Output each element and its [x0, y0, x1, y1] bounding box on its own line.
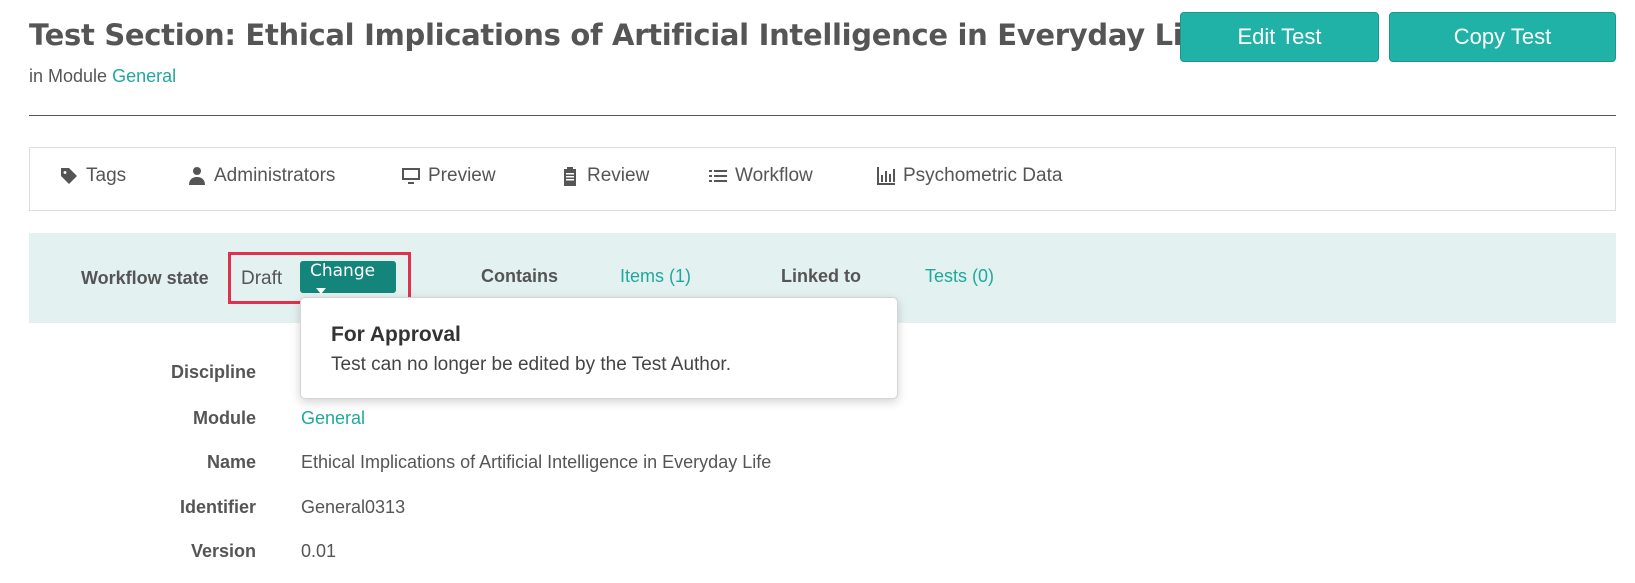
- identifier-label: Identifier: [179, 497, 256, 517]
- tab-tags[interactable]: Tags: [59, 165, 126, 187]
- tag-icon: [61, 168, 77, 184]
- items-link[interactable]: Items (1): [620, 266, 691, 287]
- name-label: Name: [206, 452, 256, 472]
- version-value: 0.01: [301, 541, 337, 561]
- module-prefix: in Module: [29, 66, 108, 86]
- user-icon: [189, 167, 205, 185]
- monitor-icon: [402, 168, 420, 184]
- tab-administrators-label: Administrators: [214, 165, 336, 186]
- tab-workflow[interactable]: Workflow: [708, 165, 813, 187]
- contains-label: Contains: [481, 266, 559, 286]
- option-title: For Approval: [331, 323, 461, 346]
- tab-workflow-label: Workflow: [735, 165, 813, 186]
- tests-link[interactable]: Tests (0): [925, 266, 994, 287]
- option-description: Test can no longer be edited by the Test…: [331, 354, 731, 375]
- tab-review-label: Review: [587, 165, 650, 186]
- tab-review[interactable]: Review: [560, 165, 649, 187]
- discipline-label: Discipline: [170, 362, 256, 382]
- version-label: Version: [190, 541, 256, 561]
- list-icon: [709, 170, 727, 182]
- tab-bar: Tags Administrators Preview Review Workf…: [29, 147, 1616, 211]
- tab-preview-label: Preview: [428, 165, 496, 186]
- copy-test-section-button[interactable]: Copy Test Section...: [1389, 12, 1616, 97]
- tab-administrators[interactable]: Administrators: [187, 165, 335, 187]
- module-link[interactable]: General: [112, 66, 176, 86]
- chart-icon: [877, 167, 895, 185]
- clipboard-icon: [564, 167, 576, 186]
- header-divider: [29, 115, 1616, 116]
- workflow-dropdown-option[interactable]: For Approval Test can no longer be edite…: [300, 297, 898, 399]
- page-title: Test Section: Ethical Implications of Ar…: [29, 18, 1215, 52]
- module-subtitle: in Module General: [29, 66, 176, 87]
- workflow-state-label: Workflow state: [81, 268, 209, 288]
- module-label: Module: [193, 408, 256, 428]
- identifier-value: General0313: [301, 497, 406, 517]
- edit-test-section-button[interactable]: Edit Test Section: [1180, 12, 1379, 97]
- module-value-link[interactable]: General: [301, 408, 365, 429]
- name-value: Ethical Implications of Artificial Intel…: [301, 452, 772, 472]
- tab-psychometric-data[interactable]: Psychometric Data: [876, 165, 1062, 187]
- linked-to-label: Linked to: [781, 266, 861, 286]
- tab-tags-label: Tags: [86, 165, 127, 186]
- tab-psychometric-data-label: Psychometric Data: [903, 165, 1063, 186]
- tab-preview[interactable]: Preview: [401, 165, 496, 187]
